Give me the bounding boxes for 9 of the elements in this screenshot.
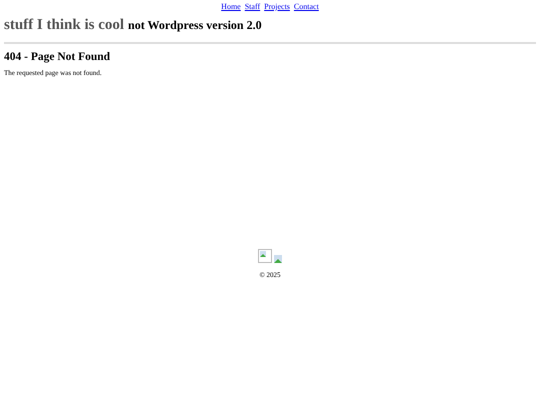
broken-image-icon [274, 255, 282, 263]
nav-link[interactable]: Contact [294, 2, 319, 11]
page-heading: 404 - Page Not Found [4, 51, 112, 63]
nav-link[interactable]: Home [221, 2, 241, 11]
nav-link[interactable]: Projects [264, 2, 290, 11]
broken-image-icon [258, 249, 272, 263]
site-tagline: not Wordpress version 2.0 [128, 18, 262, 33]
nav-link[interactable]: Staff [244, 2, 260, 11]
site-title: stuff I think is cool [4, 17, 124, 34]
